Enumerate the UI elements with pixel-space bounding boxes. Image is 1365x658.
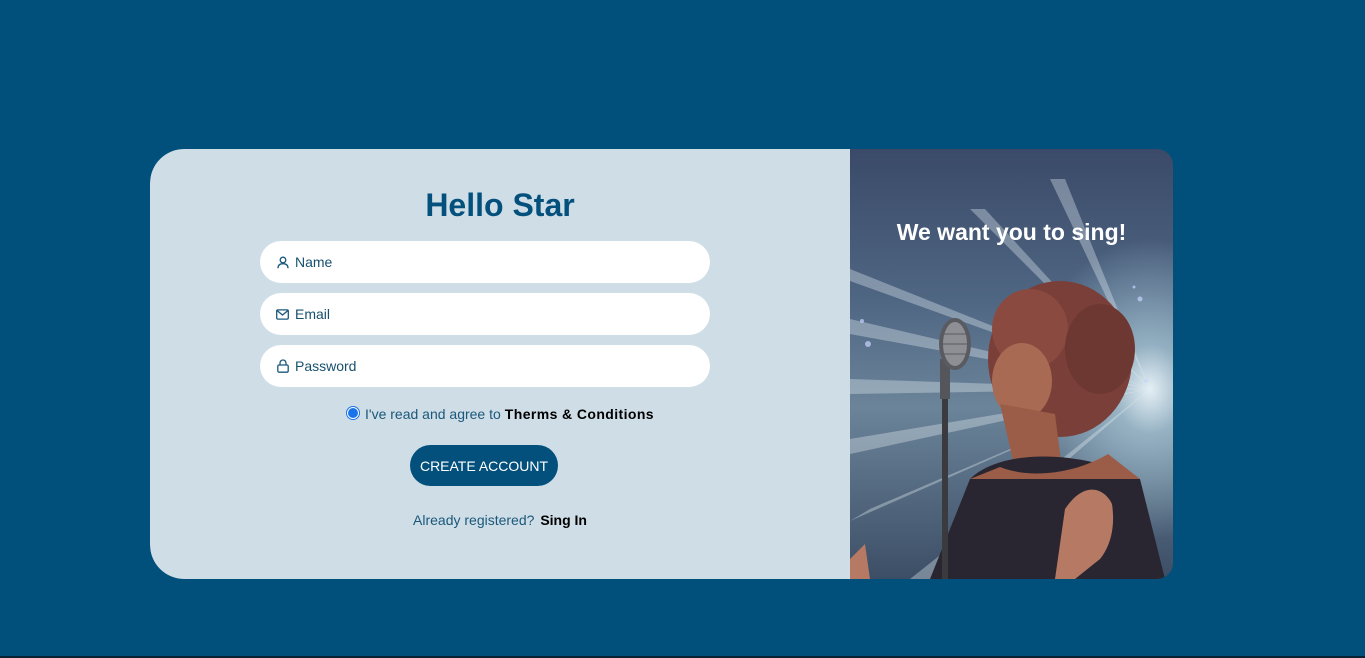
signin-link[interactable]: Sing In <box>540 512 587 528</box>
terms-radio[interactable] <box>346 405 361 420</box>
hero-tagline: We want you to sing! <box>896 219 1127 245</box>
password-input[interactable] <box>295 358 695 374</box>
terms-link[interactable]: Therms & Conditions <box>505 406 654 422</box>
already-registered-text: Already registered? <box>413 512 535 528</box>
user-icon <box>276 255 289 269</box>
signup-card: Hello Star Name Email I've read and agre… <box>150 149 1173 579</box>
hero-image: We want you to sing! <box>850 149 1173 579</box>
mail-icon <box>276 307 289 321</box>
signup-form-panel: Hello Star Name Email I've read and agre… <box>150 149 850 579</box>
signin-row: Already registered? Sing In <box>150 512 850 528</box>
form-title: Hello Star <box>425 187 575 223</box>
name-field[interactable] <box>260 241 710 283</box>
radio-checked-icon <box>348 407 359 418</box>
email-input[interactable] <box>295 306 695 322</box>
singer-with-microphone-photo <box>850 179 1165 579</box>
create-account-button[interactable]: CREATE ACCOUNT <box>410 445 558 486</box>
password-field[interactable] <box>260 345 710 387</box>
terms-row: I've read and agree to Therms & Conditio… <box>150 405 850 422</box>
terms-text: I've read and agree to <box>365 406 501 422</box>
lock-icon <box>276 359 289 373</box>
email-field[interactable] <box>260 293 710 335</box>
name-input[interactable] <box>295 254 695 270</box>
